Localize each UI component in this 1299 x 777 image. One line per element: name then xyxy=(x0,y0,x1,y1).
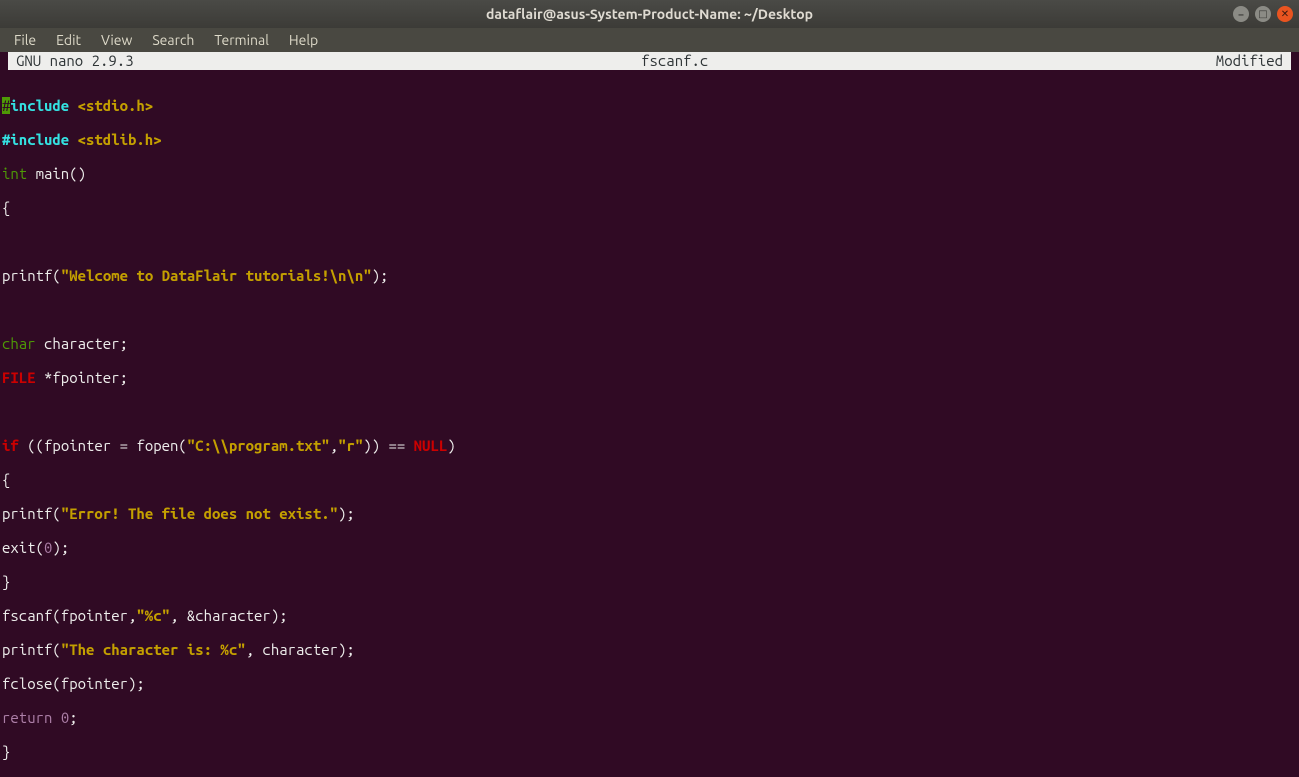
close-icon: ✕ xyxy=(1281,8,1289,20)
menu-bar: File Edit View Search Terminal Help xyxy=(0,28,1299,52)
code-line: fscanf(fpointer,"%c", &character); xyxy=(2,607,1299,624)
maximize-button[interactable]: □ xyxy=(1255,6,1271,22)
maximize-icon: □ xyxy=(1258,8,1267,20)
code-line xyxy=(2,301,1299,318)
menu-search[interactable]: Search xyxy=(142,29,204,51)
menu-view[interactable]: View xyxy=(91,29,142,51)
code-line: char character; xyxy=(2,335,1299,352)
code-line xyxy=(2,233,1299,250)
code-line: if ((fpointer = fopen("C:\\program.txt",… xyxy=(2,437,1299,454)
nano-filename: fscanf.c xyxy=(134,52,1216,70)
code-line: #include <stdio.h> xyxy=(2,97,1299,114)
code-line: FILE *fpointer; xyxy=(2,369,1299,386)
window-controls: – □ ✕ xyxy=(1233,6,1293,22)
code-line: } xyxy=(2,573,1299,590)
code-line: exit(0); xyxy=(2,539,1299,556)
nano-status-bar: GNU nano 2.9.3 fscanf.c Modified xyxy=(8,52,1291,70)
minimize-button[interactable]: – xyxy=(1233,6,1249,22)
code-line: printf("The character is: %c", character… xyxy=(2,641,1299,658)
menu-terminal[interactable]: Terminal xyxy=(204,29,279,51)
window-title: dataflair@asus-System-Product-Name: ~/De… xyxy=(486,6,813,22)
menu-help[interactable]: Help xyxy=(279,29,328,51)
code-line: int main() xyxy=(2,165,1299,182)
nano-modified-flag: Modified xyxy=(1216,52,1291,70)
code-line: { xyxy=(2,199,1299,216)
menu-edit[interactable]: Edit xyxy=(46,29,91,51)
code-line: fclose(fpointer); xyxy=(2,675,1299,692)
code-line: printf("Error! The file does not exist."… xyxy=(2,505,1299,522)
nano-version: GNU nano 2.9.3 xyxy=(8,52,134,70)
minimize-icon: – xyxy=(1239,9,1244,20)
code-line xyxy=(2,403,1299,420)
code-line: printf("Welcome to DataFlair tutorials!\… xyxy=(2,267,1299,284)
window-titlebar: dataflair@asus-System-Product-Name: ~/De… xyxy=(0,0,1299,28)
editor-area[interactable]: #include <stdio.h> #include <stdlib.h> i… xyxy=(0,80,1299,777)
close-button[interactable]: ✕ xyxy=(1277,6,1293,22)
code-line: return 0; xyxy=(2,709,1299,726)
menu-file[interactable]: File xyxy=(4,29,46,51)
code-line: { xyxy=(2,471,1299,488)
code-line: } xyxy=(2,743,1299,760)
code-line: #include <stdlib.h> xyxy=(2,131,1299,148)
